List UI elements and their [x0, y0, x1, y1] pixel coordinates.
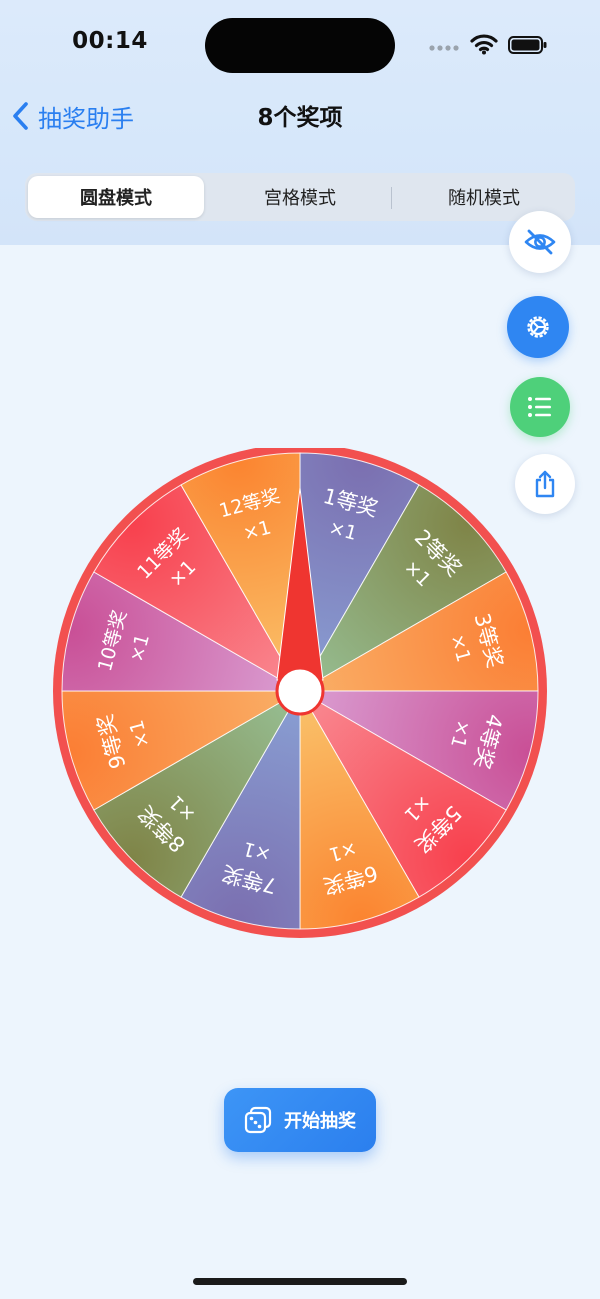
prize-list-button[interactable]: [510, 377, 570, 437]
home-indicator: [193, 1278, 407, 1285]
segment-divider: [391, 187, 392, 209]
start-draw-button[interactable]: 开始抽奖: [224, 1088, 376, 1152]
back-label: 抽奖助手: [38, 104, 134, 133]
prize-wheel[interactable]: 1等奖 ×1 2等奖 ×1 3等奖 ×1 4等奖 ×1 5等奖 ×1 6等奖 ×1 7等奖 ×1 8等奖 ×1…: [50, 444, 550, 948]
eye-slash-icon: [524, 229, 556, 255]
settings-button[interactable]: [507, 296, 569, 358]
wifi-icon: [470, 34, 498, 55]
hide-button[interactable]: [509, 211, 571, 273]
mode-segmented-control: 圆盘模式 宫格模式 随机模式: [25, 173, 575, 221]
gear-icon: [527, 316, 549, 338]
cellular-signal-icon: [429, 45, 459, 51]
wheel-hub: [275, 666, 325, 716]
chevron-left-icon: [13, 102, 28, 130]
start-draw-label: 开始抽奖: [284, 1111, 356, 1132]
page-title: 8个奖项: [257, 105, 343, 131]
list-icon: [528, 397, 551, 417]
tab-wheel-mode[interactable]: 圆盘模式: [28, 176, 204, 218]
back-button[interactable]: 抽奖助手: [10, 96, 134, 136]
status-time: 00:14: [72, 28, 148, 54]
dynamic-island: [205, 18, 395, 73]
battery-icon: [508, 36, 547, 54]
dice-icon: [244, 1106, 272, 1134]
prize-wheel-graphic: 1等奖×1 2等奖×13等奖×14等奖×15等奖×16等奖×17等奖×18等奖×1…: [53, 444, 547, 938]
tab-grid-mode[interactable]: 宫格模式: [212, 176, 388, 218]
